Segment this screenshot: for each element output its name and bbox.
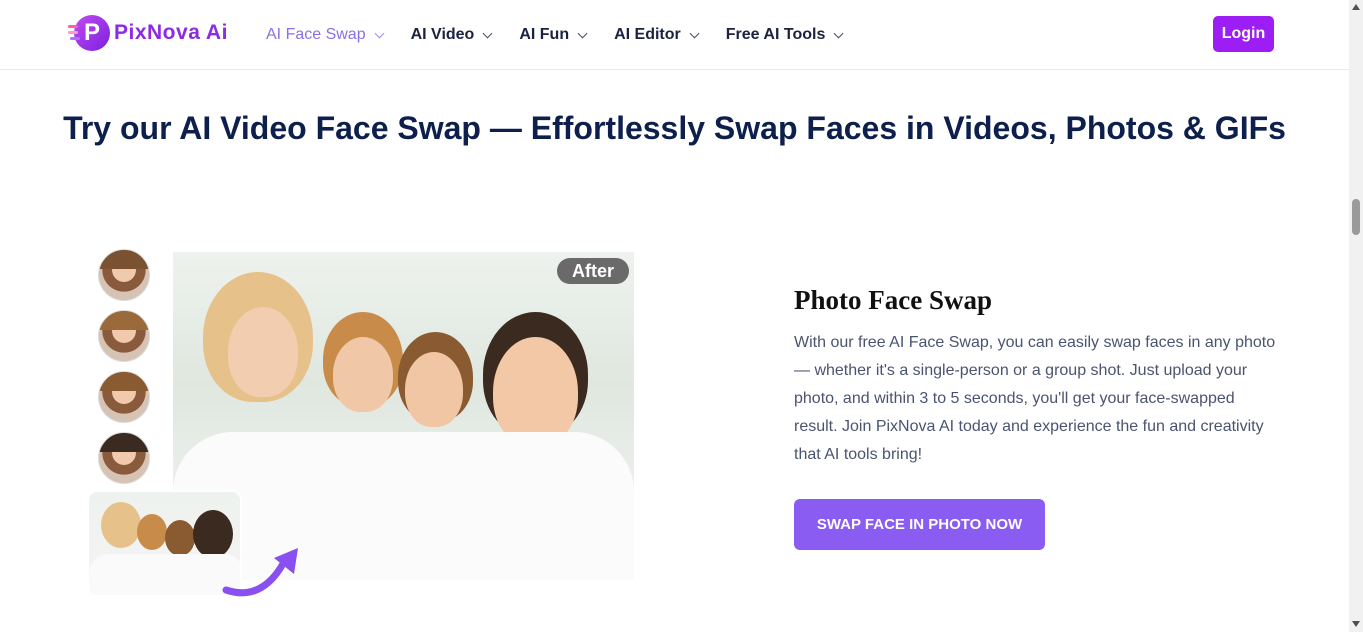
- chevron-down-icon: [689, 28, 700, 38]
- main-nav: AI Face Swap AI Video AI Fun AI Editor F…: [266, 0, 870, 70]
- transform-arrow-icon: [222, 548, 298, 597]
- face-thumbnail[interactable]: [98, 249, 150, 301]
- login-button[interactable]: Login: [1213, 16, 1274, 52]
- nav-item-ai-face-swap[interactable]: AI Face Swap: [266, 26, 385, 44]
- scroll-thumb[interactable]: [1352, 199, 1360, 235]
- page-title: Try our AI Video Face Swap — Effortlessl…: [63, 110, 1286, 146]
- nav-label: Free AI Tools: [725, 26, 826, 43]
- feature-title: Photo Face Swap: [794, 285, 992, 315]
- face-thumbnail[interactable]: [98, 310, 150, 362]
- nav-item-free-ai-tools[interactable]: Free AI Tools: [725, 26, 844, 44]
- scroll-down-arrow-icon[interactable]: [1352, 621, 1360, 627]
- logo-icon: P: [68, 15, 110, 51]
- nav-label: AI Video: [410, 26, 475, 43]
- nav-item-ai-editor[interactable]: AI Editor: [614, 26, 700, 44]
- nav-label: AI Fun: [519, 26, 570, 43]
- logo[interactable]: P PixNova Ai: [68, 14, 228, 52]
- chevron-down-icon: [577, 28, 588, 38]
- page-scrollbar[interactable]: [1349, 0, 1363, 632]
- before-photo: [87, 490, 242, 597]
- face-thumbnail[interactable]: [98, 432, 150, 484]
- after-badge: After: [557, 258, 629, 284]
- swap-face-photo-button[interactable]: SWAP FACE IN PHOTO NOW: [794, 499, 1045, 550]
- nav-label: AI Editor: [614, 26, 681, 43]
- face-thumbnail[interactable]: [98, 371, 150, 423]
- nav-label: AI Face Swap: [266, 26, 366, 43]
- chevron-down-icon: [833, 28, 844, 38]
- chevron-down-icon: [482, 28, 493, 38]
- site-header: P PixNova Ai AI Face Swap AI Video AI Fu…: [0, 0, 1349, 70]
- nav-item-ai-video[interactable]: AI Video: [410, 26, 493, 44]
- after-photo: [173, 252, 634, 580]
- nav-item-ai-fun[interactable]: AI Fun: [519, 26, 588, 44]
- chevron-down-icon: [374, 28, 385, 38]
- feature-description: With our free AI Face Swap, you can easi…: [794, 334, 1276, 463]
- scroll-up-arrow-icon[interactable]: [1352, 4, 1360, 10]
- logo-text: PixNova Ai: [114, 21, 228, 44]
